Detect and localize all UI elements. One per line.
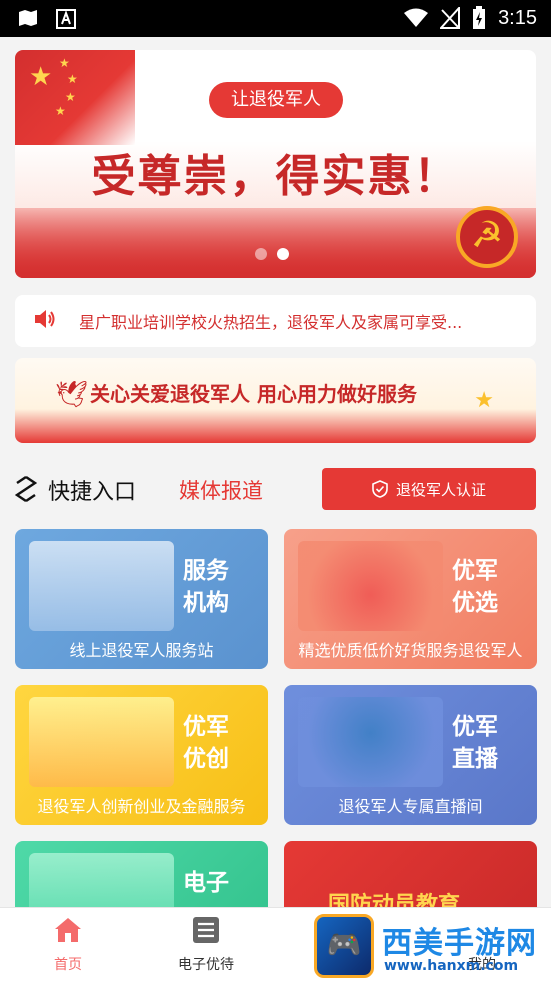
building-illustration	[29, 541, 174, 631]
carousel-dot[interactable]	[255, 248, 267, 260]
card-title: 电子	[183, 870, 229, 896]
party-emblem-icon: ☭	[456, 206, 518, 268]
finance-illustration	[29, 697, 174, 787]
carousel-dot-active[interactable]	[277, 248, 289, 260]
hero-banner[interactable]: ★ ★ ★ ★ ★ 让退役军人 受尊崇，得实惠！ ☭	[15, 50, 536, 278]
no-signal-icon	[440, 7, 461, 29]
card-desc: 退役军人专属直播间	[338, 797, 483, 816]
veteran-cert-button[interactable]: 退役军人认证	[322, 468, 536, 510]
card-service-agency[interactable]: 服务 机构 线上退役军人服务站	[15, 529, 268, 669]
list-icon	[156, 916, 256, 948]
clock-time: 3:15	[498, 6, 537, 29]
card-title: 优军 优创	[183, 714, 229, 772]
card-desc: 退役军人创新创业及金融服务	[37, 797, 246, 816]
carousel-dots	[255, 248, 289, 260]
notice-text: 星广职业培训学校火热招生，退役军人及家属可享受...	[79, 313, 463, 332]
notice-bar[interactable]: 星广职业培训学校火热招生，退役军人及家属可享受...	[15, 295, 536, 347]
battery-charging-icon	[473, 6, 486, 29]
card-live-stream[interactable]: 优军 直播 退役军人专属直播间	[284, 685, 537, 825]
banner-slogan: 受尊崇，得实惠！	[91, 151, 460, 202]
flag-decoration: ★ ★ ★ ★ ★	[15, 50, 135, 145]
bird-icon: 🕊	[55, 380, 89, 410]
card-title: 优军 直播	[452, 714, 498, 772]
site-watermark: 🎮 西美手游网 www.hanxm.com	[312, 912, 551, 981]
tab-home[interactable]: 首页	[18, 916, 118, 974]
home-icon	[18, 916, 118, 948]
banner-pill: 让退役军人	[209, 82, 343, 118]
map-icon	[19, 10, 37, 26]
speaker-icon	[33, 308, 59, 334]
shield-check-icon	[372, 480, 388, 498]
card-title: 服务 机构	[183, 558, 229, 616]
tab-label: 首页	[54, 957, 82, 973]
font-icon	[56, 9, 76, 29]
card-desc: 线上退役军人服务站	[69, 641, 214, 660]
media-report-link[interactable]: 媒体报道	[179, 475, 263, 505]
card-entrepreneurship[interactable]: 优军 优创 退役军人创新创业及金融服务	[15, 685, 268, 825]
quick-entry-icon	[14, 475, 38, 508]
quick-entry-header: 快捷入口 媒体报道 退役军人认证	[14, 468, 536, 510]
tab-label: 电子优待	[178, 957, 234, 973]
slogan-text: 关心关爱退役军人 用心用力做好服务	[90, 382, 417, 406]
slogan-banner[interactable]: 🕊 关心关爱退役军人 用心用力做好服务 ★	[15, 358, 536, 443]
card-title: 优军 优选	[452, 558, 498, 616]
veteran-cert-label: 退役军人认证	[395, 480, 486, 499]
shopping-illustration	[298, 541, 443, 631]
tab-electronic-benefits[interactable]: 电子优待	[156, 916, 256, 974]
quick-entry-title: 快捷入口	[48, 480, 137, 505]
broadcaster-illustration	[298, 697, 443, 787]
card-desc: 精选优质低价好货服务退役军人	[298, 641, 523, 660]
wifi-icon	[404, 8, 429, 27]
gamepad-logo-icon: 🎮	[314, 914, 374, 978]
star-icon: ★	[474, 388, 494, 413]
card-preferred-selection[interactable]: 优军 优选 精选优质低价好货服务退役军人	[284, 529, 537, 669]
watermark-url: www.hanxm.com	[384, 958, 519, 974]
status-bar: 3:15	[0, 0, 551, 37]
watermark-title: 西美手游网	[382, 926, 537, 961]
